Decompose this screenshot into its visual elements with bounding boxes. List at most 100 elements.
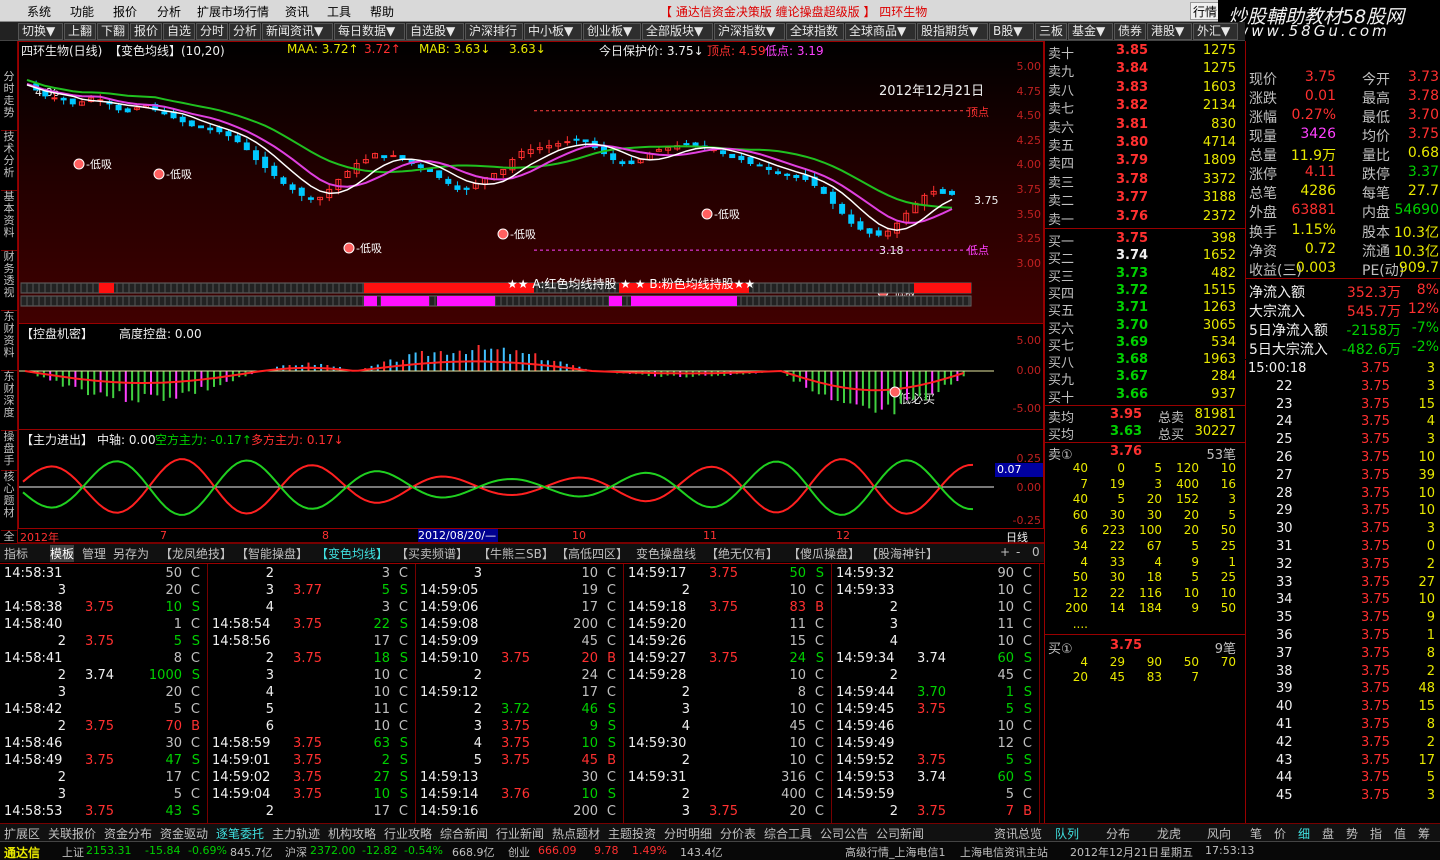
mainforce-panel[interactable]: 【主力进出】 中轴: 0.00 空方主力: -0.17↑ 多方主力: 0.17↓… (18, 429, 1044, 529)
toolbar-button-5[interactable]: 分时 (196, 23, 228, 40)
sell-level[interactable]: 卖七 3.82 2134 (1048, 98, 1242, 117)
function-tab-7[interactable]: 行业攻略 (384, 825, 432, 842)
indicator-tab-7[interactable]: 【买卖频谱】 (396, 545, 468, 562)
side-tab-0[interactable]: 分时走势 (1, 71, 17, 131)
menu-news[interactable]: 资讯 (285, 3, 309, 20)
menu-quote[interactable]: 报价 (113, 3, 137, 20)
indicator-tab-0[interactable]: 指标 (4, 545, 28, 562)
function-tab-16[interactable]: 公司新闻 (876, 825, 924, 842)
side-tab-4[interactable]: 东财资料 (1, 311, 17, 371)
candle[interactable] (207, 127, 214, 131)
candle[interactable] (619, 161, 626, 165)
toolbar-button-3[interactable]: 报价 (130, 23, 162, 40)
candle[interactable] (390, 155, 397, 158)
candle[interactable] (262, 156, 269, 169)
candle[interactable] (198, 125, 205, 129)
right-tab-11[interactable]: 筹 (1418, 825, 1430, 842)
candle[interactable] (417, 164, 424, 169)
low-buy-marker[interactable] (701, 208, 713, 220)
candle[interactable] (298, 187, 305, 196)
buy-level[interactable]: 买五 3.71 1263 (1048, 300, 1242, 319)
quote-mode-button[interactable]: 行情 (1190, 2, 1220, 20)
sell-level[interactable]: 卖五 3.80 4714 (1048, 135, 1242, 154)
toolbar-button-12[interactable]: 创业板▼ (583, 23, 641, 40)
toolbar-button-1[interactable]: 上翻 (64, 23, 96, 40)
function-tab-15[interactable]: 公司公告 (820, 825, 868, 842)
menu-function[interactable]: 功能 (70, 3, 94, 20)
toolbar-button-21[interactable]: 债券 (1114, 23, 1146, 40)
indicator-tab-11[interactable]: 【绝无仅有】 (706, 545, 778, 562)
side-tab-2[interactable]: 基本资料 (1, 191, 17, 251)
menu-system[interactable]: 系统 (27, 3, 51, 20)
function-tab-10[interactable]: 热点题材 (552, 825, 600, 842)
right-tab-1[interactable]: 分布 (1106, 825, 1130, 842)
buy-level[interactable]: 买七 3.69 534 (1048, 335, 1242, 354)
function-tab-13[interactable]: 分价表 (720, 825, 756, 842)
candle[interactable] (243, 142, 250, 151)
candle[interactable] (289, 184, 296, 190)
candle[interactable] (692, 142, 699, 147)
right-tab-7[interactable]: 盘 (1322, 825, 1334, 842)
function-tab-17[interactable]: 资讯总览 (994, 825, 1042, 842)
toolbar-button-14[interactable]: 沪深指数▼ (714, 23, 785, 40)
candle[interactable] (381, 155, 388, 159)
candle[interactable] (60, 97, 67, 101)
right-tab-6[interactable]: 细 (1298, 825, 1310, 842)
news-server[interactable]: 上海电信资讯主站 (960, 844, 1048, 860)
candle[interactable] (729, 153, 736, 159)
sell-level[interactable]: 卖一 3.76 2372 (1048, 209, 1242, 228)
toolbar-button-23[interactable]: 外汇▼ (1193, 23, 1238, 40)
side-tab-7[interactable]: 核心题材 (1, 471, 17, 531)
candle[interactable] (234, 135, 241, 143)
candle[interactable] (747, 157, 754, 165)
candle[interactable] (857, 221, 864, 230)
candle[interactable] (454, 185, 461, 190)
indicator-tab-15[interactable]: - (1016, 545, 1020, 559)
toolbar-button-20[interactable]: 基金▼ (1068, 23, 1113, 40)
candle[interactable] (225, 131, 232, 137)
buy-level[interactable]: 买十 3.66 937 (1048, 387, 1242, 406)
right-tab-2[interactable]: 龙虎 (1157, 825, 1181, 842)
function-tab-5[interactable]: 主力轨迹 (272, 825, 320, 842)
indicator-tab-14[interactable]: + (1000, 545, 1010, 559)
menu-help[interactable]: 帮助 (370, 3, 394, 20)
toolbar-button-0[interactable]: 切换▼ (18, 23, 63, 40)
toolbar-button-13[interactable]: 全部版块▼ (642, 23, 713, 40)
server-label[interactable]: 高级行情_上海电信1 (845, 844, 946, 860)
candle[interactable] (188, 120, 195, 127)
function-tab-14[interactable]: 综合工具 (764, 825, 812, 842)
candle[interactable] (124, 108, 131, 113)
right-tab-5[interactable]: 价 (1274, 825, 1286, 842)
function-tab-6[interactable]: 机构攻略 (328, 825, 376, 842)
low-buy-marker[interactable] (497, 228, 509, 240)
toolbar-button-11[interactable]: 中小板▼ (524, 23, 582, 40)
candle[interactable] (69, 98, 76, 105)
toolbar-button-4[interactable]: 自选 (163, 23, 195, 40)
sell-level[interactable]: 卖二 3.77 3188 (1048, 190, 1242, 209)
buy-level[interactable]: 买二 3.74 1652 (1048, 248, 1242, 267)
indicator-tab-16[interactable]: 0 (1032, 545, 1040, 559)
function-tab-2[interactable]: 资金分布 (104, 825, 152, 842)
function-tab-4[interactable]: 逐笔委托 (216, 825, 264, 842)
candle[interactable] (51, 97, 58, 100)
function-tab-3[interactable]: 资金驱动 (160, 825, 208, 842)
candle[interactable] (179, 116, 186, 123)
function-tab-8[interactable]: 综合新闻 (440, 825, 488, 842)
low-buy-marker[interactable] (153, 168, 165, 180)
indicator-tab-13[interactable]: 【股海神针】 (866, 545, 938, 562)
candle[interactable] (756, 164, 763, 167)
indicator-tab-5[interactable]: 【智能操盘】 (236, 545, 308, 562)
candlestick-chart[interactable]: -低吸-低吸-低吸-低吸-低吸-低吸 (19, 56, 974, 311)
right-tab-8[interactable]: 势 (1346, 825, 1358, 842)
right-tab-4[interactable]: 笔 (1250, 825, 1262, 842)
side-tab-6[interactable]: 操盘手 (1, 431, 17, 471)
candle[interactable] (765, 166, 772, 171)
toolbar-button-8[interactable]: 每日数据▼ (334, 23, 405, 40)
side-tab-1[interactable]: 技术分析 (1, 131, 17, 191)
right-tab-9[interactable]: 指 (1370, 825, 1382, 842)
function-tab-9[interactable]: 行业新闻 (496, 825, 544, 842)
candle[interactable] (271, 165, 278, 176)
toolbar-button-19[interactable]: 三板 (1035, 23, 1067, 40)
toolbar-button-15[interactable]: 全球指数 (786, 23, 844, 40)
sell-level[interactable]: 卖六 3.81 830 (1048, 117, 1242, 136)
